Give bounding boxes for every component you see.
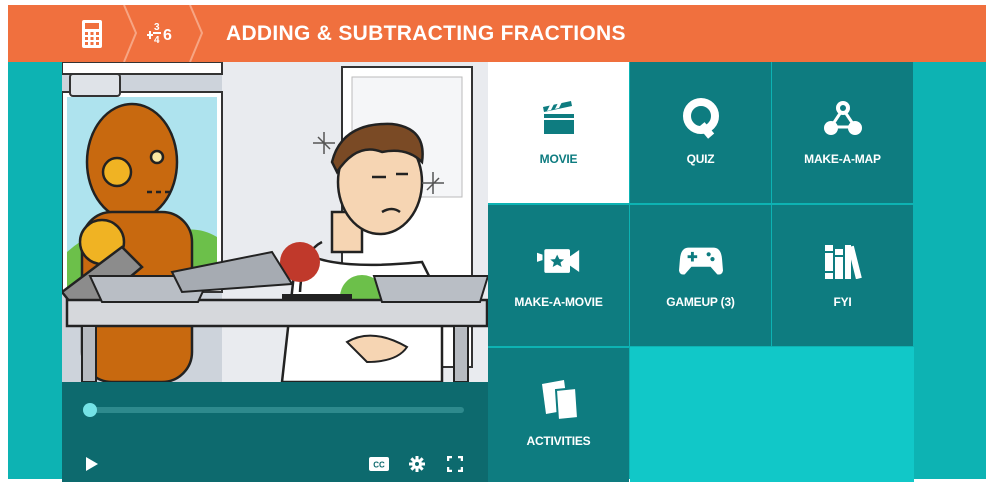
tile-label: MAKE-A-MAP: [804, 151, 881, 166]
movie-clapper-icon: [537, 96, 581, 140]
tile-fyi[interactable]: FYI: [772, 205, 913, 346]
tile-make-a-movie[interactable]: MAKE-A-MOVIE: [488, 205, 629, 346]
feature-tiles: MOVIE QUIZ MAKE-A-MAP MAKE-A-MOVIE GAMEU…: [488, 62, 914, 482]
tile-label: GAMEUP (3): [666, 294, 735, 309]
tile-label: ACTIVITIES: [526, 434, 591, 448]
svg-text:CC: CC: [373, 461, 385, 470]
video-camera-star-icon: [536, 239, 581, 283]
game-controller-icon: [678, 239, 723, 283]
svg-text:6: 6: [163, 27, 172, 44]
header-bar: 3 4 6 ADDING & SUBTRACTING FRACTIONS: [8, 5, 986, 62]
books-icon: [821, 239, 865, 283]
tile-label: FYI: [833, 294, 852, 309]
tile-movie[interactable]: MOVIE: [488, 62, 629, 203]
video-frame-illustration[interactable]: [62, 62, 488, 382]
empty-tile-area: [630, 347, 914, 482]
progress-handle[interactable]: [83, 403, 97, 417]
progress-bar[interactable]: [86, 407, 464, 413]
closed-captions-icon[interactable]: CC: [369, 454, 389, 474]
tile-gameup[interactable]: GAMEUP (3): [630, 205, 771, 346]
page-title: ADDING & SUBTRACTING FRACTIONS: [226, 22, 626, 45]
app-frame: 3 4 6 ADDING & SUBTRACTING FRACTIONS CC …: [8, 5, 986, 482]
settings-gear-icon[interactable]: [407, 454, 427, 474]
tile-activities[interactable]: ACTIVITIES: [488, 348, 629, 482]
video-controls: CC: [62, 382, 488, 482]
svg-text:3: 3: [154, 22, 160, 33]
svg-text:4: 4: [154, 35, 160, 46]
breadcrumb-separator: [123, 5, 138, 62]
fractions-icon[interactable]: 3 4 6: [142, 5, 182, 62]
calculator-icon[interactable]: [70, 5, 114, 62]
tile-quiz[interactable]: QUIZ: [630, 62, 771, 203]
tile-label: MAKE-A-MOVIE: [514, 294, 603, 309]
play-icon[interactable]: [82, 454, 102, 474]
quiz-q-icon: [679, 96, 723, 140]
tile-label: QUIZ: [686, 151, 715, 166]
concept-map-icon: [821, 96, 865, 140]
tile-make-a-map[interactable]: MAKE-A-MAP: [772, 62, 913, 203]
breadcrumb-separator: [189, 5, 204, 62]
video-player[interactable]: CC: [62, 62, 488, 482]
tile-label: MOVIE: [539, 151, 578, 166]
activities-pages-icon: [537, 378, 581, 422]
fullscreen-icon[interactable]: [445, 454, 465, 474]
